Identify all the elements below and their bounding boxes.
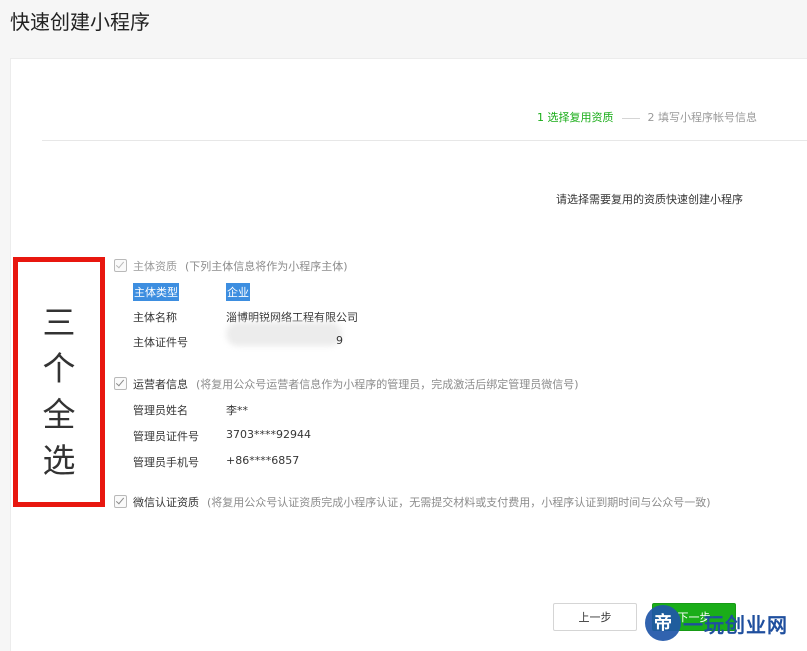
step-separator (621, 117, 640, 119)
admin-phone-value: +86****6857 (226, 454, 300, 467)
instruction-text: 请选择需要复用的资质快速创建小程序 (556, 193, 743, 206)
subject-id-label: 主体证件号 (133, 336, 188, 349)
main-panel (10, 58, 807, 651)
watermark-logo-text: 帝 (654, 613, 672, 634)
wechat-cert-checkbox[interactable]: 微信认证资质 (将复用公众号认证资质完成小程序认证，无需提交材料或支付费用，小程序… (114, 494, 711, 510)
subject-type-label: 主体类型 (133, 283, 179, 301)
step-indicator: 1 选择复用资质 2 填写小程序帐号信息 (537, 109, 757, 125)
annotation-char-2: 个 (42, 349, 76, 388)
admin-name-label: 管理员姓名 (133, 404, 188, 417)
annotation-char-4: 选 (42, 441, 76, 480)
admin-id-label: 管理员证件号 (133, 430, 199, 443)
step-2-label: 2 填写小程序帐号信息 (647, 111, 758, 124)
header-divider (42, 140, 807, 141)
watermark-text: 一玩创业网 (683, 613, 788, 637)
wechat-cert-heading: 微信认证资质 (133, 496, 199, 509)
admin-phone-label: 管理员手机号 (133, 456, 199, 469)
prev-step-button[interactable]: 上一步 (553, 603, 637, 631)
subject-heading: 主体资质 (133, 260, 177, 273)
operator-info-checkbox[interactable]: 运营者信息 (将复用公众号运营者信息作为小程序的管理员，完成激活后绑定管理员微信号… (114, 376, 579, 392)
annotation-char-1: 三 (42, 303, 76, 342)
operator-note: (将复用公众号运营者信息作为小程序的管理员，完成激活后绑定管理员微信号) (196, 378, 579, 391)
subject-id-visible-tail: 9 (336, 334, 343, 347)
wechat-cert-note: (将复用公众号认证资质完成小程序认证，无需提交材料或支付费用，小程序认证到期时间… (207, 496, 711, 509)
subject-note: (下列主体信息将作为小程序主体) (185, 260, 348, 273)
checkbox-checked-icon (114, 495, 127, 508)
subject-qualification-checkbox[interactable]: 主体资质 (下列主体信息将作为小程序主体) (114, 258, 348, 274)
annotation-char-3: 全 (42, 395, 76, 434)
checkbox-checked-icon (114, 377, 127, 390)
subject-name-label: 主体名称 (133, 311, 177, 324)
annotation-box: 三 个 全 选 (13, 257, 105, 507)
redacted-id-blur (226, 322, 342, 346)
site-watermark: 帝 一玩创业网 (645, 603, 807, 643)
operator-heading: 运营者信息 (133, 378, 188, 391)
admin-id-value: 3703****92944 (226, 428, 311, 441)
page-title: 快速创建小程序 (10, 10, 150, 34)
subject-type-value: 企业 (226, 283, 250, 301)
admin-name-value: 李** (226, 404, 248, 417)
checkbox-checked-icon (114, 259, 127, 272)
annotation-text: 三 个 全 选 (18, 300, 100, 484)
step-1-label: 1 选择复用资质 (537, 111, 614, 124)
